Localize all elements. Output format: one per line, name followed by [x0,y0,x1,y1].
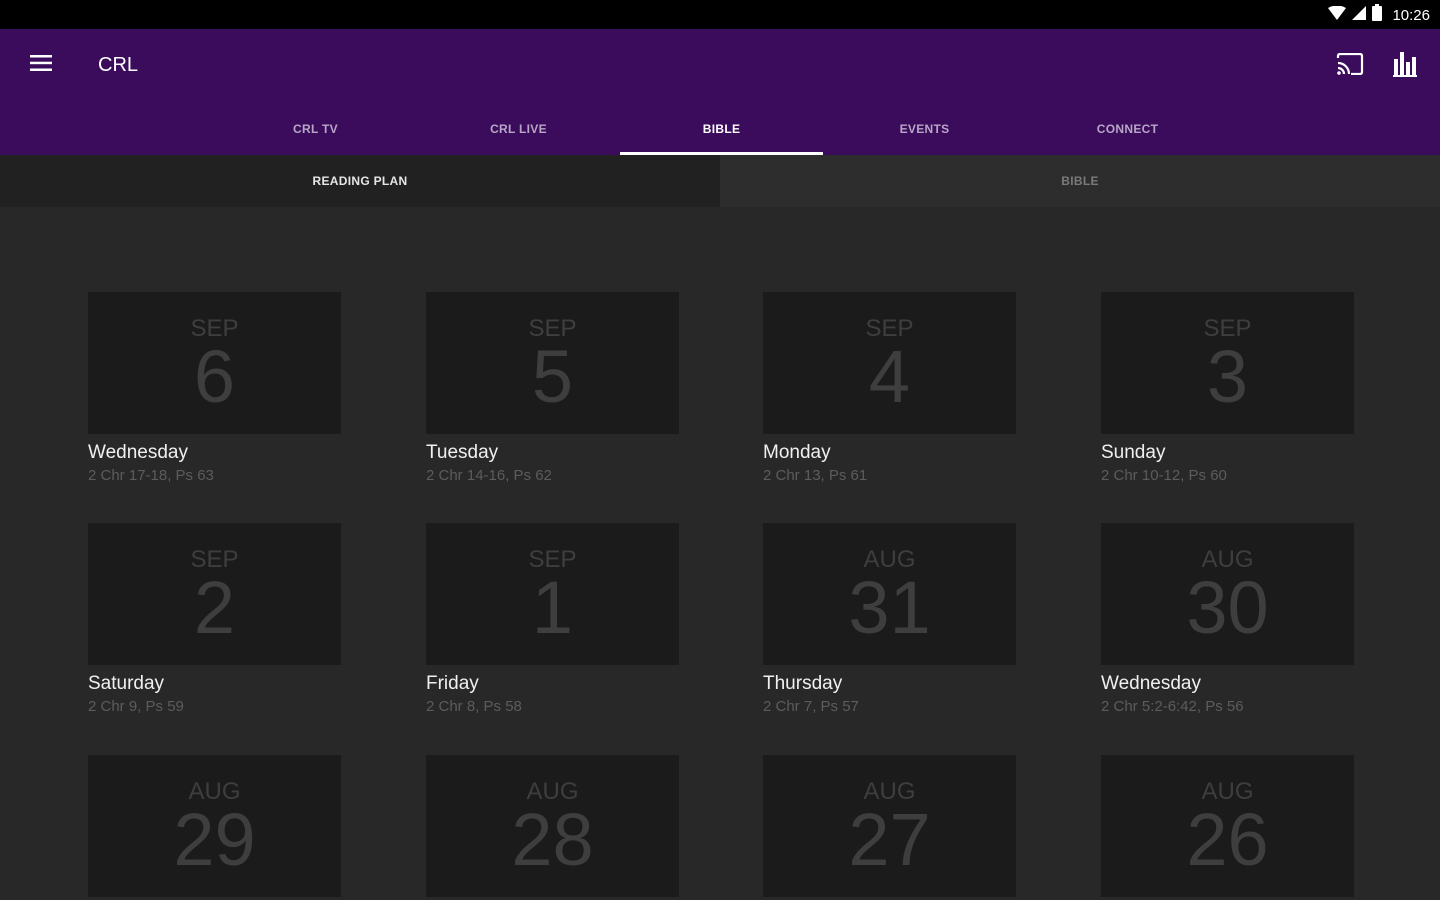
date-tile: SEP 2 [88,523,341,665]
reading-passage: 2 Chr 10-12, Ps 60 [1101,467,1227,484]
cast-button[interactable] [1330,47,1370,85]
subtab-reading-plan[interactable]: READING PLAN [0,155,720,207]
menu-button[interactable] [22,48,60,82]
reading-card[interactable]: AUG 28 [426,755,679,897]
status-time: 10:26 [1392,6,1430,24]
date-day: 28 [511,798,594,881]
reading-weekday: Wednesday [88,442,188,463]
reading-passage: 2 Chr 8, Ps 58 [426,698,522,715]
tab-events[interactable]: EVENTS [823,103,1026,155]
reading-weekday: Saturday [88,673,165,694]
bar-chart-icon [1393,51,1417,82]
hamburger-menu-icon [30,54,52,76]
reading-passage: 2 Chr 5:2-6:42, Ps 56 [1101,698,1244,715]
stats-button[interactable] [1385,47,1425,85]
date-day: 1 [531,566,574,649]
status-icons: 10:26 [1328,4,1430,26]
subtab-bible[interactable]: BIBLE [720,155,1440,207]
tab-crl-live[interactable]: CRL LIVE [417,103,620,155]
reading-passage: 2 Chr 13, Ps 61 [763,467,868,484]
date-tile: AUG 28 [426,755,679,897]
date-tile: SEP 6 [88,292,341,434]
reading-weekday: Monday [763,442,831,463]
reading-weekday: Thursday [763,673,843,694]
date-day: 30 [1186,566,1269,649]
app-bar: CRL CRL TV CRL LIVE BIBLE EVENTS CONNECT [0,29,1440,155]
reading-card[interactable]: SEP 6 Wednesday 2 Chr 17-18, Ps 63 [88,292,341,486]
reading-card[interactable]: SEP 3 Sunday 2 Chr 10-12, Ps 60 [1101,292,1354,486]
date-day: 26 [1186,798,1269,881]
date-day: 5 [531,335,574,418]
reading-card[interactable]: SEP 1 Friday 2 Chr 8, Ps 58 [426,523,679,717]
main-tabs: CRL TV CRL LIVE BIBLE EVENTS CONNECT [214,103,1229,155]
reading-card[interactable]: AUG 27 [763,755,1016,897]
date-tile: SEP 5 [426,292,679,434]
reading-card[interactable]: AUG 30 Wednesday 2 Chr 5:2-6:42, Ps 56 [1101,523,1354,717]
reading-card[interactable]: AUG 26 [1101,755,1354,897]
tab-bible[interactable]: BIBLE [620,103,823,155]
reading-card[interactable]: AUG 31 Thursday 2 Chr 7, Ps 57 [763,523,1016,717]
reading-weekday: Tuesday [426,442,499,463]
reading-passage: 2 Chr 7, Ps 57 [763,698,859,715]
reading-card[interactable]: AUG 29 [88,755,341,897]
reading-card[interactable]: SEP 5 Tuesday 2 Chr 14-16, Ps 62 [426,292,679,486]
reading-weekday: Wednesday [1101,673,1201,694]
reading-passage: 2 Chr 14-16, Ps 62 [426,467,552,484]
date-day: 31 [848,566,931,649]
date-day: 2 [193,566,236,649]
reading-card[interactable]: SEP 2 Saturday 2 Chr 9, Ps 59 [88,523,341,717]
date-day: 3 [1206,335,1249,418]
reading-weekday: Friday [426,673,479,694]
date-tile: AUG 26 [1101,755,1354,897]
date-tile: AUG 30 [1101,523,1354,665]
battery-icon [1372,4,1383,26]
date-day: 29 [173,798,256,881]
tab-connect[interactable]: CONNECT [1026,103,1229,155]
date-tile: AUG 31 [763,523,1016,665]
reading-passage: 2 Chr 17-18, Ps 63 [88,467,214,484]
cast-icon [1336,52,1364,80]
date-day: 6 [193,335,236,418]
date-tile: SEP 3 [1101,292,1354,434]
date-tile: SEP 4 [763,292,1016,434]
status-bar: 10:26 [0,0,1440,29]
reading-weekday: Sunday [1101,442,1166,463]
date-tile: AUG 27 [763,755,1016,897]
date-day: 4 [868,335,911,418]
date-tile: SEP 1 [426,523,679,665]
reading-plan-grid: SEP 6 Wednesday 2 Chr 17-18, Ps 63 SEP 5… [88,292,1354,900]
tab-crl-tv[interactable]: CRL TV [214,103,417,155]
date-tile: AUG 29 [88,755,341,897]
date-day: 27 [848,798,931,881]
sub-tabs: READING PLAN BIBLE [0,155,1440,207]
app-title: CRL [98,54,139,76]
wifi-icon [1328,5,1347,25]
reading-passage: 2 Chr 9, Ps 59 [88,698,184,715]
reading-card[interactable]: SEP 4 Monday 2 Chr 13, Ps 61 [763,292,1016,486]
cell-signal-icon [1352,5,1367,25]
